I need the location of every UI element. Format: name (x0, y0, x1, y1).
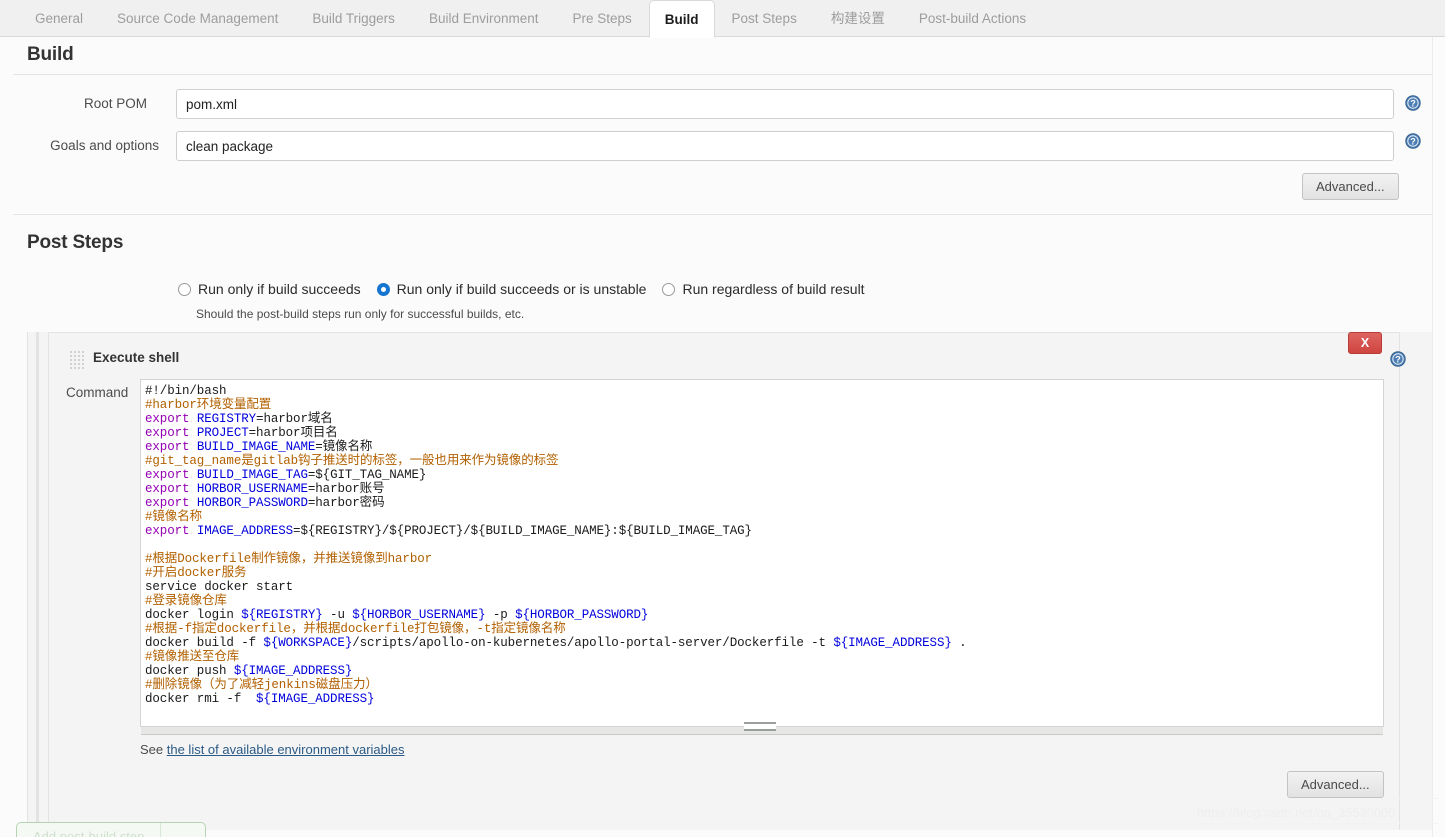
radio-button-0[interactable] (178, 282, 191, 296)
execute-shell-title: Execute shell (93, 350, 180, 365)
radio-option-0[interactable]: Run only if build succeeds (178, 281, 361, 297)
button-separator (160, 823, 161, 837)
help-icon-goals-and-options[interactable]: ? (1405, 133, 1421, 149)
help-icon-execute-shell[interactable]: ? (1390, 351, 1406, 367)
tab-build-triggers[interactable]: Build Triggers (295, 0, 412, 37)
remove-step-button[interactable]: X (1348, 332, 1382, 354)
build-advanced-button[interactable]: Advanced... (1302, 173, 1399, 200)
command-line: export BUILD_IMAGE_TAG=${GIT_TAG_NAME} (145, 468, 427, 482)
tab-post-steps[interactable]: Post Steps (715, 0, 814, 37)
command-line: export BUILD_IMAGE_NAME=镜像名称 (145, 440, 373, 454)
command-line: docker build -f ${WORKSPACE}/scripts/apo… (145, 636, 967, 650)
tab-list: General Source Code Management Build Trigg… (0, 0, 1445, 38)
command-line: export HORBOR_USERNAME=harbor账号 (145, 482, 385, 496)
radio-button-2[interactable] (662, 282, 676, 296)
tab-build[interactable]: Build (648, 0, 715, 38)
command-line: service docker start (145, 580, 294, 594)
goals-and-options-input[interactable] (176, 131, 1394, 161)
command-line: export HORBOR_PASSWORD=harbor密码 (145, 496, 385, 510)
post-step-condition-radio-group: Run only if build succeeds Run only if bu… (178, 281, 881, 297)
env-variables-hint: See the list of available environment va… (140, 742, 405, 757)
jenkins-job-config-page: General Source Code Management Build Trigg… (0, 0, 1445, 837)
radio-label-0: Run only if build succeeds (198, 281, 361, 297)
divider-above-post-steps (13, 214, 1432, 215)
tab-source-code-management[interactable]: Source Code Management (100, 0, 295, 37)
command-line: #登录镜像仓库 (145, 594, 227, 608)
root-pom-input[interactable] (176, 89, 1394, 119)
command-line: docker push ${IMAGE_ADDRESS} (145, 664, 353, 678)
command-line: #harbor环境变量配置 (145, 398, 272, 412)
config-tab-bar: General Source Code Management Build Trigg… (0, 0, 1445, 38)
command-textarea-content[interactable]: #!/bin/bash #harbor环境变量配置 export REGISTRY=… (141, 380, 1383, 706)
post-step-condition-hint: Should the post-build steps run only for… (196, 307, 525, 321)
see-prefix: See (140, 742, 167, 757)
tab-[interactable]: 构建设置 (814, 0, 902, 37)
command-line: #根据Dockerfile制作镜像，并推送镜像到harbor (145, 552, 433, 566)
radio-option-2[interactable]: Run regardless of build result (662, 281, 865, 297)
watermark-text: https://blog.csdn.net/qq_35530005 (1197, 806, 1396, 820)
drag-handle-icon[interactable] (70, 351, 84, 369)
root-pom-label: Root POM (83, 96, 147, 111)
command-line: docker login ${REGISTRY} -u ${HORBOR_USE… (145, 608, 649, 622)
command-line: #镜像名称 (145, 510, 203, 524)
radio-label-1: Run only if build succeeds or is unstabl… (396, 281, 647, 297)
command-line: #镜像推送至仓库 (145, 650, 240, 664)
command-line: #根据-f指定dockerfile，并根据dockerfile打包镜像，-t指定… (145, 622, 566, 636)
command-line: docker rmi -f ${IMAGE_ADDRESS} (145, 692, 375, 706)
radio-button-1[interactable] (376, 282, 390, 296)
svg-text:?: ? (1395, 355, 1401, 365)
svg-text:?: ? (1410, 137, 1416, 147)
help-icon-root-pom[interactable]: ? (1405, 95, 1421, 111)
command-line: #!/bin/bash (145, 384, 227, 398)
divider-under-build-heading (13, 74, 1432, 75)
radio-label-2: Run regardless of build result (682, 281, 865, 297)
command-line: export IMAGE_ADDRESS=${REGISTRY}/${PROJE… (145, 524, 752, 538)
command-line: #删除镜像（为了减轻jenkins磁盘压力） (145, 678, 378, 692)
textarea-resize-handle[interactable] (744, 722, 776, 731)
add-post-build-step-button[interactable]: Add post-build step (16, 822, 206, 837)
execute-shell-advanced-button[interactable]: Advanced... (1287, 771, 1384, 798)
tab-post-build-actions[interactable]: Post-build Actions (902, 0, 1043, 37)
goals-and-options-label: Goals and options (50, 138, 159, 153)
tab-build-environment[interactable]: Build Environment (412, 0, 556, 37)
tab-general[interactable]: General (18, 0, 100, 37)
post-steps-section-heading: Post Steps (27, 232, 124, 253)
svg-text:?: ? (1410, 99, 1416, 109)
env-variables-link[interactable]: the list of available environment variab… (167, 742, 405, 757)
page-right-edge (1432, 37, 1445, 837)
command-line: #git_tag_name是gitlab钩子推送时的标签，一般也用来作为镜像的标… (145, 454, 559, 468)
build-section-heading: Build (27, 44, 74, 65)
add-post-build-step-label: Add post-build step (33, 829, 145, 837)
command-line: export REGISTRY=harbor域名 (145, 412, 333, 426)
command-line: export PROJECT=harbor项目名 (145, 426, 338, 440)
radio-option-1[interactable]: Run only if build succeeds or is unstabl… (376, 281, 647, 297)
command-label: Command (66, 385, 129, 400)
command-line (145, 538, 1379, 552)
command-textarea[interactable]: #!/bin/bash #harbor环境变量配置 export REGISTRY=… (140, 379, 1384, 727)
tab-pre-steps[interactable]: Pre Steps (556, 0, 649, 37)
command-line: #开启docker服务 (145, 566, 247, 580)
panel-left-gutter (36, 332, 39, 830)
